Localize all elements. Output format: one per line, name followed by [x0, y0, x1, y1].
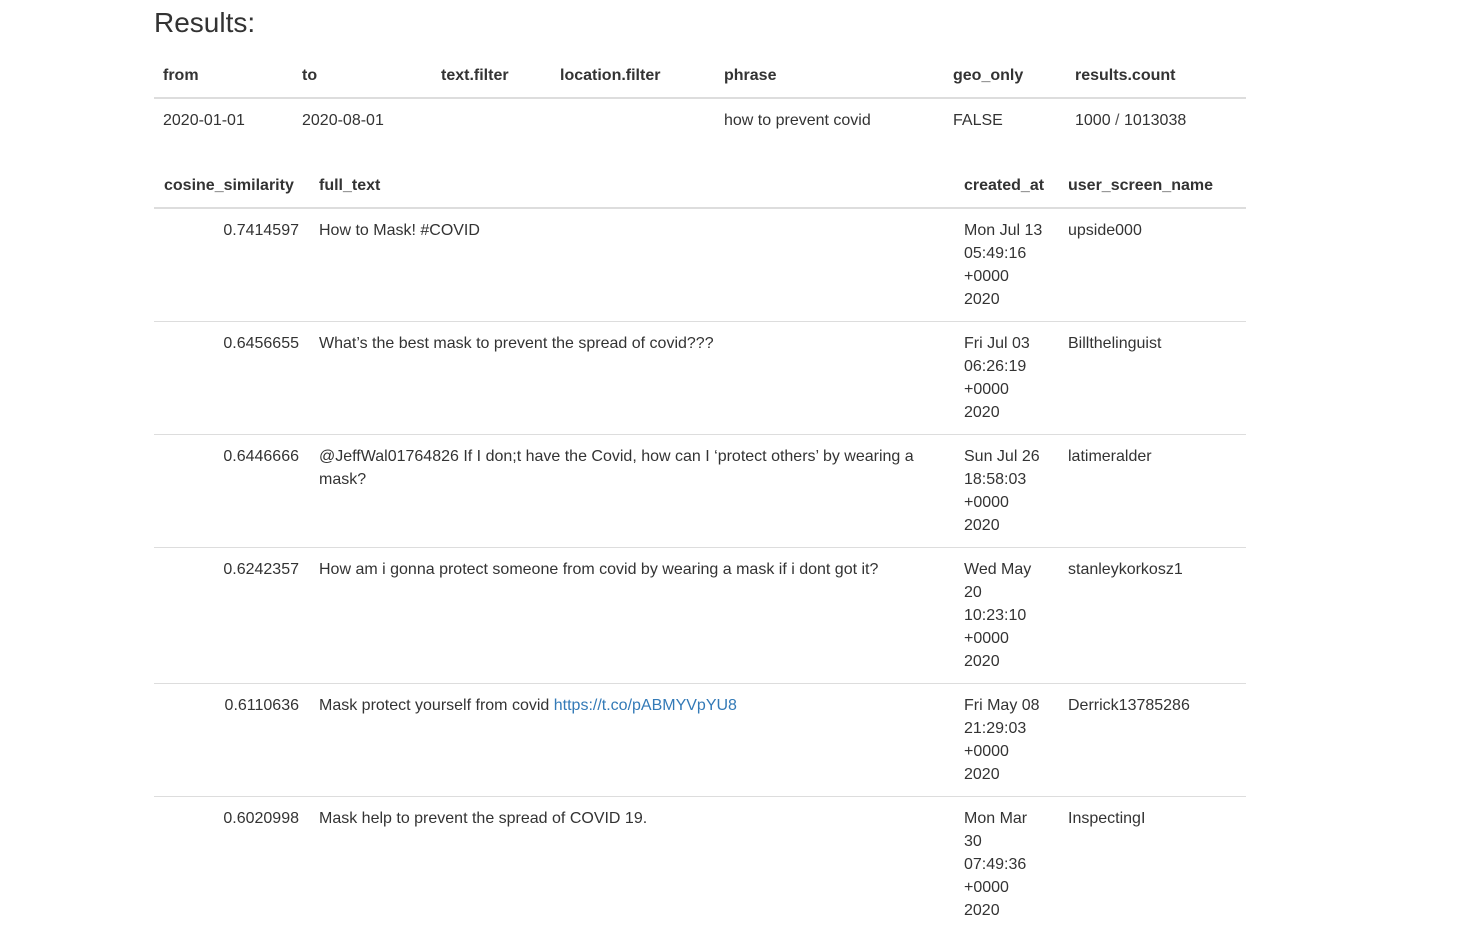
header-user-screen-name: user_screen_name — [1058, 165, 1246, 208]
created-at-line: 2020 — [964, 899, 1048, 922]
user-screen-name-cell: latimeralder — [1058, 435, 1246, 548]
cosine-similarity-cell: 0.6020998 — [154, 797, 309, 932]
created-at-line: 20 — [964, 581, 1048, 604]
full-text-cell: Mask protect yourself from covid https:/… — [309, 684, 954, 797]
created-at-line: Fri Jul 03 — [964, 332, 1048, 355]
created-at-line: 06:26:19 — [964, 355, 1048, 378]
created-at-cell: Mon Mar3007:49:36+00002020 — [954, 797, 1058, 932]
query-header-text-filter: text.filter — [432, 55, 551, 98]
cosine-similarity-cell: 0.6456655 — [154, 322, 309, 435]
query-header-geo-only: geo_only — [944, 55, 1066, 98]
created-at-line: +0000 — [964, 265, 1048, 288]
query-header-results-count: results.count — [1066, 55, 1246, 98]
created-at-line: +0000 — [964, 876, 1048, 899]
tweet-text: How to Mask! #COVID — [319, 222, 480, 239]
query-results-count-value: 1000 / 1013038 — [1066, 98, 1246, 142]
query-header-row: from to text.filter location.filter phra… — [154, 55, 1246, 98]
created-at-cell: Fri May 0821:29:03+00002020 — [954, 684, 1058, 797]
query-header-location-filter: location.filter — [551, 55, 715, 98]
created-at-line: +0000 — [964, 627, 1048, 650]
created-at-line: Fri May 08 — [964, 694, 1048, 717]
full-text-cell: How am i gonna protect someone from covi… — [309, 548, 954, 684]
header-cosine-similarity: cosine_similarity — [154, 165, 309, 208]
results-section: Results: from to text.filter location.fi… — [154, 0, 1246, 932]
created-at-line: +0000 — [964, 740, 1048, 763]
tweet-text: @JeffWal01764826 If I don;t have the Cov… — [319, 448, 914, 488]
created-at-line: Wed May — [964, 558, 1048, 581]
created-at-line: +0000 — [964, 378, 1048, 401]
created-at-line: Sun Jul 26 — [964, 445, 1048, 468]
tweet-text: How am i gonna protect someone from covi… — [319, 561, 878, 578]
query-to-value: 2020-08-01 — [293, 98, 432, 142]
query-header-from: from — [154, 55, 293, 98]
query-location-filter-value — [551, 98, 715, 142]
created-at-line: +0000 — [964, 491, 1048, 514]
created-at-line: 30 — [964, 830, 1048, 853]
created-at-line: 10:23:10 — [964, 604, 1048, 627]
created-at-cell: Fri Jul 0306:26:19+00002020 — [954, 322, 1058, 435]
created-at-cell: Sun Jul 2618:58:03+00002020 — [954, 435, 1058, 548]
tweet-text: Mask protect yourself from covid — [319, 697, 554, 714]
query-from-value: 2020-01-01 — [154, 98, 293, 142]
full-text-cell: How to Mask! #COVID — [309, 208, 954, 322]
user-screen-name-cell: InspectingI — [1058, 797, 1246, 932]
query-header-phrase: phrase — [715, 55, 944, 98]
tweet-text: What’s the best mask to prevent the spre… — [319, 335, 714, 352]
header-created-at: created_at — [954, 165, 1058, 208]
results-table: cosine_similarity full_text created_at u… — [154, 165, 1246, 932]
user-screen-name-cell: stanleykorkosz1 — [1058, 548, 1246, 684]
table-row: 0.6446666@JeffWal01764826 If I don;t hav… — [154, 435, 1246, 548]
user-screen-name-cell: Derrick13785286 — [1058, 684, 1246, 797]
created-at-line: 2020 — [964, 763, 1048, 786]
results-heading: Results: — [154, 0, 1246, 40]
table-row: 0.6456655 What’s the best mask to prevent… — [154, 322, 1246, 435]
cosine-similarity-cell: 0.6446666 — [154, 435, 309, 548]
full-text-cell: @JeffWal01764826 If I don;t have the Cov… — [309, 435, 954, 548]
created-at-line: Mon Mar — [964, 807, 1048, 830]
cosine-similarity-cell: 0.7414597 — [154, 208, 309, 322]
created-at-line: 07:49:36 — [964, 853, 1048, 876]
table-row: 0.6110636Mask protect yourself from covi… — [154, 684, 1246, 797]
query-text-filter-value — [432, 98, 551, 142]
full-text-cell: Mask help to prevent the spread of COVID… — [309, 797, 954, 932]
query-geo-only-value: FALSE — [944, 98, 1066, 142]
table-row: 0.6242357 How am i gonna protect someone … — [154, 548, 1246, 684]
created-at-cell: Mon Jul 1305:49:16+00002020 — [954, 208, 1058, 322]
created-at-line: 2020 — [964, 401, 1048, 424]
results-header-row: cosine_similarity full_text created_at u… — [154, 165, 1246, 208]
results-shown: 1000 — [1075, 112, 1111, 129]
created-at-cell: Wed May2010:23:10+00002020 — [954, 548, 1058, 684]
created-at-line: 2020 — [964, 288, 1048, 311]
cosine-similarity-cell: 0.6110636 — [154, 684, 309, 797]
created-at-line: 21:29:03 — [964, 717, 1048, 740]
table-row: 0.7414597 How to Mask! #COVID Mon Jul 1305… — [154, 208, 1246, 322]
cosine-similarity-cell: 0.6242357 — [154, 548, 309, 684]
created-at-line: 2020 — [964, 514, 1048, 537]
user-screen-name-cell: Billthelinguist — [1058, 322, 1246, 435]
created-at-line: 2020 — [964, 650, 1048, 673]
created-at-line: 18:58:03 — [964, 468, 1048, 491]
query-row: 2020-01-01 2020-08-01 how to prevent cov… — [154, 98, 1246, 142]
table-row: 0.6020998 Mask help to prevent the spread… — [154, 797, 1246, 932]
results-total: 1013038 — [1124, 112, 1186, 129]
created-at-line: Mon Jul 13 — [964, 219, 1048, 242]
full-text-cell: What’s the best mask to prevent the spre… — [309, 322, 954, 435]
query-table: from to text.filter location.filter phra… — [154, 55, 1246, 142]
created-at-line: 05:49:16 — [964, 242, 1048, 265]
user-screen-name-cell: upside000 — [1058, 208, 1246, 322]
query-phrase-value: how to prevent covid — [715, 98, 944, 142]
header-full-text: full_text — [309, 165, 954, 208]
results-separator: / — [1115, 112, 1119, 129]
tweet-text: Mask help to prevent the spread of COVID… — [319, 810, 647, 827]
query-header-to: to — [293, 55, 432, 98]
tweet-link[interactable]: https://t.co/pABMYVpYU8 — [554, 697, 737, 714]
